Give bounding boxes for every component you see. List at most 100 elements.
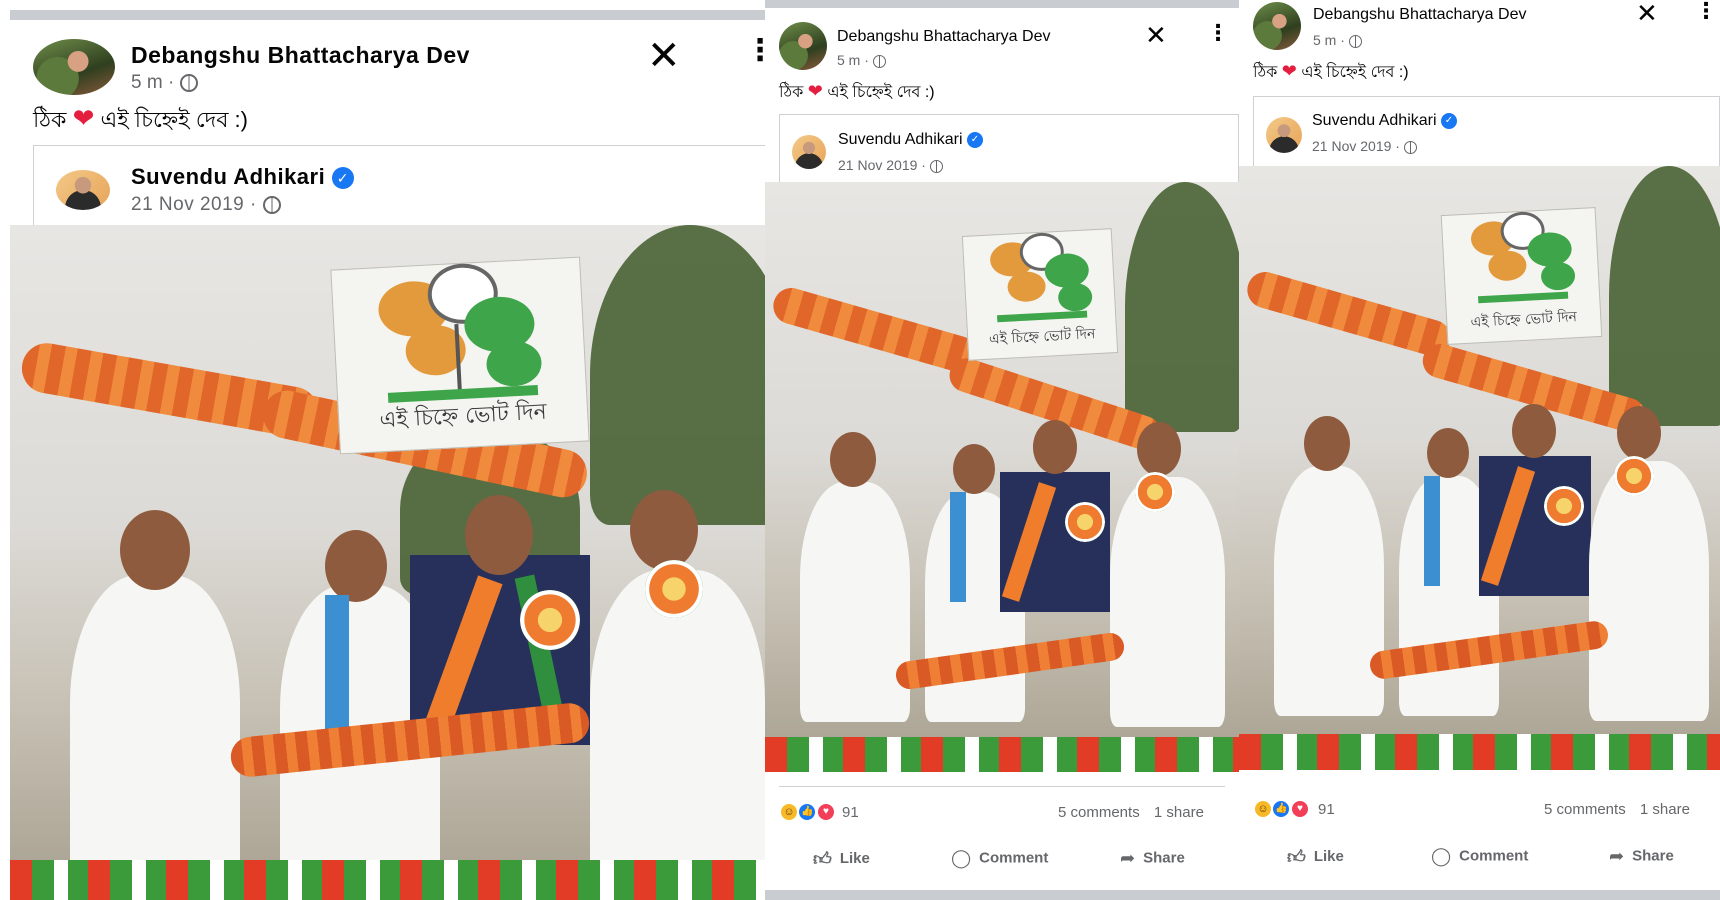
shared-post-header[interactable]: Suvendu Adhikari ✓ 21 Nov 2019 · (1253, 96, 1720, 166)
post-time-text[interactable]: 5 m (1313, 32, 1336, 48)
person (1589, 461, 1709, 721)
post-time[interactable]: 5 m · (1313, 32, 1362, 48)
post-time-text[interactable]: 5 m (837, 52, 860, 68)
comment-button[interactable]: ◯ Comment (1431, 846, 1528, 867)
love-reaction-icon: ♥ (1289, 799, 1310, 819)
shared-author-name[interactable]: Suvendu Adhikari ✓ (1312, 112, 1457, 130)
share-label: Share (1143, 849, 1185, 867)
shared-author-name-text[interactable]: Suvendu Adhikari (838, 131, 963, 148)
share-count[interactable]: 1 share (1640, 801, 1690, 818)
comment-button[interactable]: ◯ Comment (951, 848, 1048, 869)
like-reaction-icon: 👍 (797, 802, 818, 822)
logo-petal (1526, 231, 1573, 268)
share-button[interactable]: ➦ Share (1120, 848, 1185, 869)
person-head (630, 490, 698, 570)
post-caption: ঠিক ❤ এই চিহ্নেই দেব :) (1253, 59, 1409, 86)
shared-author-name-text[interactable]: Suvendu Adhikari (1312, 112, 1437, 129)
shared-author-name[interactable]: Suvendu Adhikari ✓ (838, 131, 983, 149)
comment-share-counts: 5 comments 1 share (1544, 801, 1690, 818)
reaction-icons[interactable]: ☺ 👍 ♥ (1253, 799, 1310, 819)
action-bar: 👍︎ Like ◯ Comment ➦ Share (1239, 844, 1720, 874)
person-head (953, 444, 995, 494)
shared-post-date-text[interactable]: 21 Nov 2019 (1312, 138, 1391, 154)
author-avatar[interactable] (33, 39, 115, 95)
person-head (1617, 406, 1661, 460)
share-arrow-icon: ➦ (1609, 846, 1625, 866)
post-caption: ঠিক ❤ এই চিহ্নেই দেব :) (33, 103, 248, 140)
shared-post-photo[interactable]: এই চিহ্নে ভোট দিন (10, 225, 765, 900)
reactions-bar[interactable]: ☺ 👍 ♥ 91 5 comments 1 share (765, 800, 1239, 826)
author-name[interactable]: Debangshu Bhattacharya Dev (131, 42, 470, 69)
palm-tree (1609, 166, 1720, 426)
haha-reaction-icon: ☺ (1253, 799, 1273, 819)
reaction-icons[interactable]: ☺ 👍 ♥ (779, 802, 836, 822)
more-vertical-icon[interactable]: ⋮ (745, 36, 765, 66)
author-avatar[interactable] (1253, 2, 1301, 50)
close-icon[interactable]: ✕ (647, 36, 681, 76)
shared-post-photo[interactable]: এই চিহ্নে ভোট দিন (1239, 166, 1720, 770)
like-label: Like (1313, 847, 1344, 865)
share-button[interactable]: ➦ Share (1609, 846, 1674, 867)
action-bar: 👍︎ Like ◯ Comment ➦ Share (765, 846, 1239, 876)
shared-author-name-text[interactable]: Suvendu Adhikari (131, 164, 325, 189)
palm-tree (590, 225, 765, 525)
close-icon[interactable]: ✕ (1636, 0, 1658, 26)
heart-icon: ❤ (807, 81, 823, 101)
shared-author-name[interactable]: Suvendu Adhikari ✓ (131, 164, 354, 190)
logo-petal (1487, 249, 1528, 282)
close-icon[interactable]: ✕ (1145, 22, 1167, 48)
shared-post-date-text[interactable]: 21 Nov 2019 (131, 194, 244, 215)
post-time[interactable]: 5 m · (837, 52, 886, 68)
flower-row (10, 859, 765, 900)
heart-icon: ❤ (72, 103, 95, 133)
shared-author-avatar[interactable] (56, 170, 110, 210)
shared-post-date[interactable]: 21 Nov 2019 · (838, 157, 943, 173)
comment-label: Comment (1459, 847, 1529, 865)
caption-text-1: ঠিক (779, 84, 804, 101)
author-name[interactable]: Debangshu Bhattacharya Dev (837, 28, 1050, 46)
shared-post-header[interactable]: Suvendu Adhikari ✓ 21 Nov 2019 · (33, 145, 765, 225)
shared-post-photo[interactable]: এই চিহ্নে ভোট দিন (765, 182, 1239, 772)
author-name[interactable]: Debangshu Bhattacharya Dev (1313, 6, 1526, 24)
post-time-text[interactable]: 5 m (131, 72, 163, 93)
author-avatar[interactable] (779, 22, 827, 70)
reactions-bar[interactable]: ☺ 👍 ♥ 91 5 comments 1 share (1239, 797, 1720, 823)
post-time[interactable]: 5 m · (131, 72, 198, 94)
more-vertical-icon[interactable]: ⋮ (1695, 0, 1717, 22)
flower-row (765, 736, 1239, 772)
shared-post-date[interactable]: 21 Nov 2019 · (131, 194, 281, 216)
logo-petal (1540, 261, 1576, 291)
scarf (1424, 476, 1440, 586)
sign-text: এই চিহ্নে ভোট দিন (379, 399, 548, 434)
logo-petal (1043, 252, 1090, 289)
shared-post-date-text[interactable]: 21 Nov 2019 (838, 157, 917, 173)
reaction-count[interactable]: 91 (1318, 801, 1335, 818)
more-vertical-icon[interactable]: ⋮ (1207, 22, 1229, 44)
share-count[interactable]: 1 share (1154, 804, 1204, 821)
shared-author-avatar[interactable] (1266, 117, 1302, 153)
like-button[interactable]: 👍︎ Like (813, 848, 870, 870)
shared-post-date[interactable]: 21 Nov 2019 · (1312, 138, 1417, 154)
caption-text-1: ঠিক (1253, 64, 1278, 81)
person-head (1427, 428, 1469, 478)
caption-text-2: এই চিহ্নেই দেব :) (100, 107, 249, 132)
caption-text-1: ঠিক (33, 107, 67, 132)
comment-count[interactable]: 5 comments (1544, 801, 1626, 818)
scarf (325, 595, 349, 735)
post-header: Debangshu Bhattacharya Dev 5 m · ✕ ⋮ (0, 36, 765, 96)
garland (769, 283, 981, 377)
palm-tree (1125, 182, 1239, 432)
like-button[interactable]: 👍︎ Like (1287, 846, 1344, 868)
rosette (1065, 502, 1105, 542)
logo-petal (1006, 270, 1047, 303)
top-bar (10, 10, 765, 20)
shared-author-avatar[interactable] (792, 135, 826, 169)
person-head (1304, 416, 1350, 471)
comment-count[interactable]: 5 comments (1058, 804, 1140, 821)
globe-icon (1348, 34, 1362, 48)
party-sign: এই চিহ্নে ভোট দিন (330, 256, 590, 455)
shared-post-header[interactable]: Suvendu Adhikari ✓ 21 Nov 2019 · (779, 114, 1239, 182)
heart-icon: ❤ (1281, 61, 1297, 81)
reaction-count[interactable]: 91 (842, 804, 859, 821)
post-screenshot-medium: Debangshu Bhattacharya Dev 5 m · ✕ ⋮ ঠিক… (765, 0, 1239, 900)
